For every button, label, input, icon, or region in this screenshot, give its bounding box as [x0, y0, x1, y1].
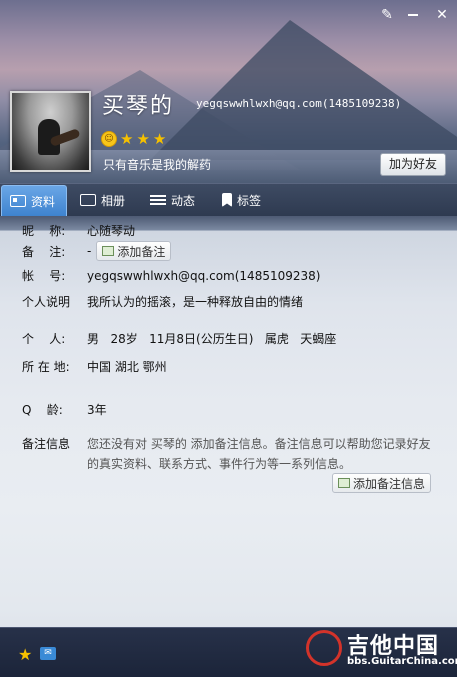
- nick-value: 心随琴动: [87, 224, 136, 238]
- edit-icon: [102, 246, 115, 256]
- tab-label: 动态: [171, 193, 196, 208]
- location-value: 中国 湖北 鄂州: [87, 360, 167, 374]
- account-row: 帐 号: yegqswwhlwxh@qq.com(1485109238): [22, 267, 320, 284]
- profile-nickname: 买琴的: [102, 94, 175, 119]
- favorite-star-icon[interactable]: ★: [18, 645, 32, 664]
- profile-window: ✎ ✕ 买琴的 yegqswwhlwxh@qq.com(1485109238) …: [0, 0, 457, 677]
- watermark-logo-url: bbs.GuitarChina.com: [347, 656, 457, 667]
- profile-signature: 只有音乐是我的解药: [103, 158, 212, 172]
- personal-label: 个 人:: [22, 332, 66, 346]
- qage-value: 3年: [87, 403, 107, 417]
- personal-row: 个 人: 男 28岁 11月8日(公历生日) 属虎 天蝎座: [22, 330, 336, 347]
- photo-album-icon: [80, 194, 96, 206]
- profile-details: 昵 称: 心随琴动 备 注: - 添加备注 帐 号: yegqswwhlwxh@…: [0, 215, 457, 627]
- tab-label: 资料: [31, 194, 56, 209]
- tab-bar: 资料 相册 动态 标签: [0, 183, 457, 216]
- star-icon: ★: [120, 129, 134, 148]
- qq-mail-icon[interactable]: ✉: [40, 647, 56, 660]
- profile-card-icon: [10, 195, 26, 207]
- minimize-icon[interactable]: [404, 6, 422, 24]
- remark-info-label: 备注信息: [22, 437, 71, 451]
- bio-label: 个人说明: [22, 295, 71, 309]
- tab-tags[interactable]: 标签: [222, 184, 261, 216]
- star-icon: ★: [136, 129, 150, 148]
- profile-header: ✎ ✕ 买琴的 yegqswwhlwxh@qq.com(1485109238) …: [0, 0, 457, 183]
- location-row: 所 在 地: 中国 湖北 鄂州: [22, 358, 167, 375]
- remark-value: -: [87, 244, 92, 258]
- guitarchina-logo-icon: [306, 630, 342, 666]
- add-remark-info-button[interactable]: 添加备注信息: [332, 473, 432, 493]
- avatar[interactable]: [10, 91, 91, 172]
- personal-value: 男 28岁 11月8日(公历生日) 属虎 天蝎座: [87, 332, 337, 346]
- edit-icon: [338, 478, 350, 488]
- qq-level[interactable]: ☺ ★ ★ ★: [101, 131, 166, 147]
- account-value: yegqswwhlwxh@qq.com(1485109238): [87, 268, 321, 283]
- tab-profile[interactable]: 资料: [1, 185, 67, 216]
- nick-label: 昵 称:: [22, 224, 66, 238]
- skin-icon[interactable]: ✎: [378, 6, 396, 24]
- add-remark-button[interactable]: 添加备注: [96, 241, 172, 261]
- add-friend-button[interactable]: 加为好友: [380, 153, 446, 176]
- feed-list-icon: [150, 194, 166, 206]
- tab-label: 相册: [101, 193, 126, 208]
- add-remark-info-label: 添加备注信息: [353, 476, 426, 491]
- qage-row: Q 龄: 3年: [22, 401, 107, 418]
- tab-album[interactable]: 相册: [80, 184, 125, 216]
- remark-info-row: 备注信息: [22, 435, 87, 452]
- location-label: 所 在 地:: [22, 360, 70, 374]
- sun-icon: ☺: [101, 131, 117, 147]
- account-label: 帐 号:: [22, 269, 66, 283]
- profile-account: yegqswwhlwxh@qq.com(1485109238): [196, 97, 402, 110]
- bookmark-icon: [222, 193, 232, 207]
- nick-row: 昵 称: 心随琴动: [22, 222, 135, 239]
- qage-label: Q 龄:: [22, 403, 63, 417]
- bio-value: 我所认为的摇滚，是一种释放自由的情绪: [87, 295, 304, 309]
- remark-info-description: 您还没有对 买琴的 添加备注信息。备注信息可以帮助您记录好友的真实资料、联系方式…: [87, 437, 431, 471]
- remark-label: 备 注:: [22, 244, 66, 259]
- tab-feed[interactable]: 动态: [150, 184, 195, 216]
- background-mountain: [150, 20, 457, 160]
- close-icon[interactable]: ✕: [433, 6, 451, 24]
- star-icon: ★: [152, 129, 167, 148]
- remark-row: 备 注: - 添加备注: [22, 241, 172, 261]
- add-remark-label: 添加备注: [117, 244, 166, 259]
- tab-label: 标签: [237, 193, 262, 208]
- bio-row: 个人说明 我所认为的摇滚，是一种释放自由的情绪: [22, 293, 303, 310]
